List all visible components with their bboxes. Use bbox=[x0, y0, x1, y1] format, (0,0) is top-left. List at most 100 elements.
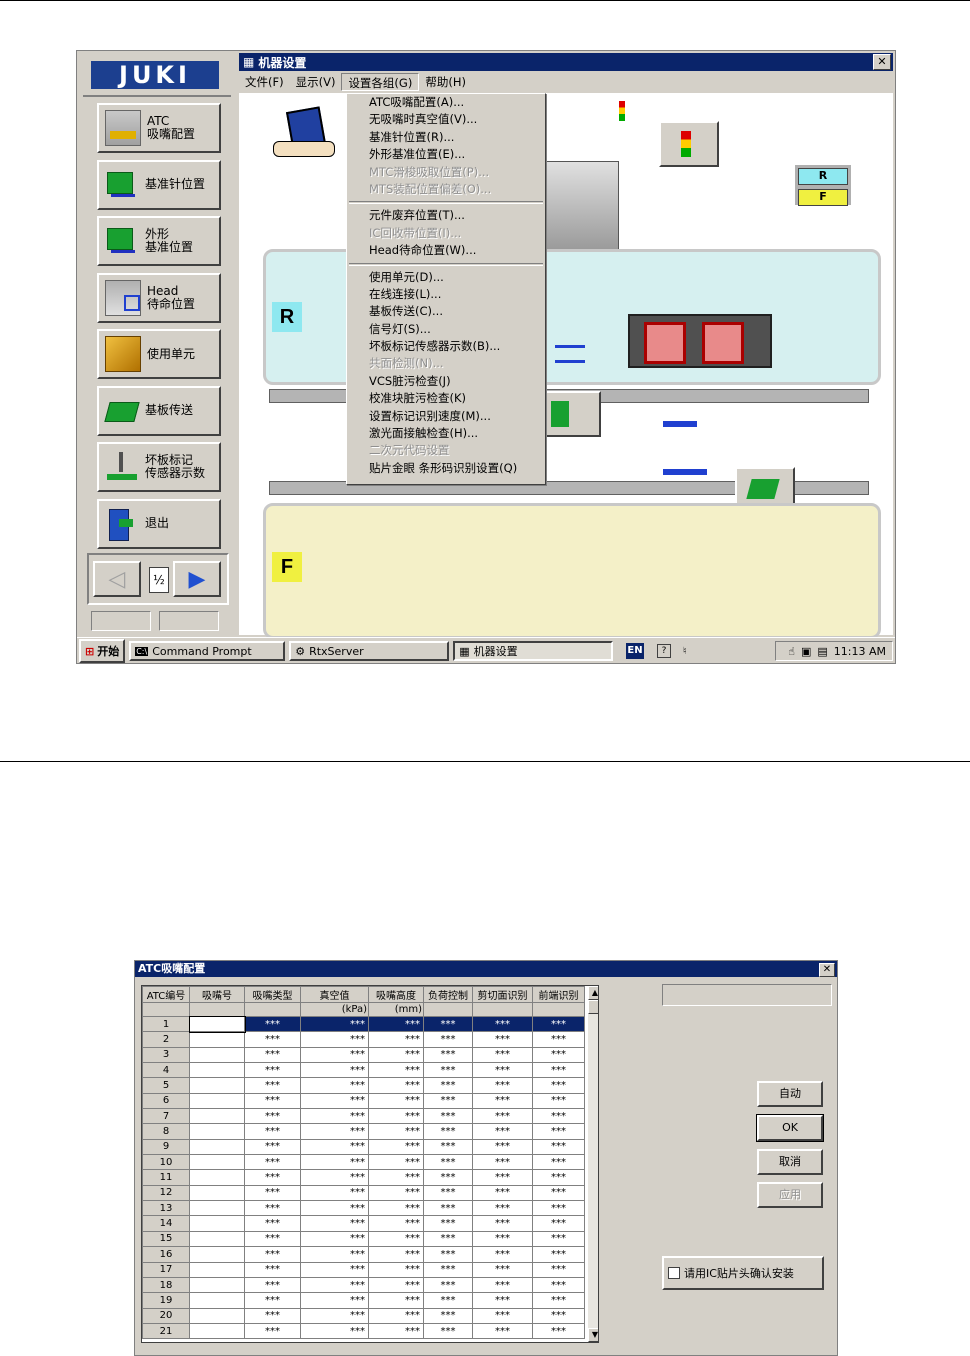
table-cell[interactable]: *** bbox=[300, 1046, 369, 1064]
table-row[interactable]: 19 *** *** *** *** *** *** bbox=[142, 1292, 585, 1309]
table-cell[interactable]: *** bbox=[300, 1200, 369, 1217]
table-cell[interactable]: *** bbox=[423, 1215, 473, 1232]
table-cell[interactable]: *** bbox=[244, 1215, 301, 1232]
dropdown-menu-item[interactable]: 激光面接触检查(H)... bbox=[347, 425, 545, 442]
table-row[interactable]: 7 *** *** *** *** *** *** bbox=[142, 1108, 585, 1125]
table-cell[interactable]: *** bbox=[244, 1200, 301, 1217]
nozzle-number-cell[interactable] bbox=[188, 1015, 246, 1033]
table-cell[interactable]: *** bbox=[532, 1276, 585, 1294]
table-cell[interactable]: *** bbox=[368, 1015, 424, 1033]
dropdown-menu-item[interactable]: ATC吸嘴配置(A)... bbox=[347, 94, 545, 111]
table-cell[interactable]: *** bbox=[472, 1123, 533, 1140]
table-cell[interactable]: *** bbox=[472, 1200, 533, 1217]
table-cell[interactable]: *** bbox=[472, 1154, 533, 1171]
table-cell[interactable]: *** bbox=[300, 1138, 369, 1156]
ok-button[interactable]: OK bbox=[756, 1114, 824, 1142]
next-page-button[interactable]: ▶ bbox=[173, 561, 221, 597]
table-cell[interactable]: *** bbox=[244, 1138, 301, 1156]
table-cell[interactable]: *** bbox=[300, 1169, 369, 1186]
table-cell[interactable]: *** bbox=[368, 1062, 424, 1079]
table-cell[interactable]: *** bbox=[300, 1322, 369, 1340]
reference-pin-shortcut[interactable] bbox=[541, 391, 601, 437]
table-cell[interactable]: *** bbox=[244, 1077, 301, 1094]
table-cell[interactable]: *** bbox=[368, 1169, 424, 1186]
table-cell[interactable]: *** bbox=[300, 1276, 369, 1294]
table-cell[interactable]: *** bbox=[300, 1307, 369, 1324]
table-cell[interactable]: *** bbox=[532, 1108, 585, 1125]
dropdown-menu-item[interactable]: Head待命位置(W)... bbox=[347, 242, 545, 259]
table-cell[interactable]: *** bbox=[532, 1169, 585, 1186]
table-cell[interactable]: *** bbox=[300, 1123, 369, 1140]
table-cell[interactable]: *** bbox=[300, 1154, 369, 1171]
tray-app-icon[interactable]: ▤ bbox=[817, 645, 827, 658]
table-cell[interactable]: *** bbox=[472, 1261, 533, 1278]
stop-button-left[interactable] bbox=[644, 322, 686, 364]
table-cell[interactable]: *** bbox=[472, 1077, 533, 1094]
table-cell[interactable]: *** bbox=[532, 1046, 585, 1064]
table-cell[interactable]: *** bbox=[472, 1276, 533, 1294]
table-cell[interactable]: *** bbox=[423, 1261, 473, 1278]
exit-button[interactable]: 退出 bbox=[97, 498, 221, 549]
dropdown-menu-item[interactable]: 基板传送(C)... bbox=[347, 303, 545, 320]
dropdown-menu-item[interactable]: 无吸嘴时真空值(V)... bbox=[347, 111, 545, 128]
table-cell[interactable]: *** bbox=[244, 1015, 301, 1033]
table-row[interactable]: 1 *** *** *** *** *** *** bbox=[142, 1015, 585, 1033]
table-cell[interactable]: *** bbox=[532, 1307, 585, 1324]
table-cell[interactable]: *** bbox=[300, 1230, 369, 1248]
table-cell[interactable]: *** bbox=[423, 1015, 473, 1033]
table-row[interactable]: 14 *** *** *** *** *** *** bbox=[142, 1215, 585, 1232]
auto-button[interactable]: 自动 bbox=[757, 1081, 823, 1107]
nozzle-number-cell[interactable] bbox=[189, 1246, 245, 1263]
table-row[interactable]: 17 *** *** *** *** *** *** bbox=[142, 1261, 585, 1278]
head-standby-button[interactable]: Head 待命位置 bbox=[97, 272, 221, 323]
table-cell[interactable]: *** bbox=[472, 1230, 533, 1248]
table-cell[interactable]: *** bbox=[472, 1015, 533, 1033]
table-cell[interactable]: *** bbox=[423, 1322, 473, 1340]
table-cell[interactable]: *** bbox=[472, 1292, 533, 1309]
table-cell[interactable]: *** bbox=[244, 1108, 301, 1125]
table-cell[interactable]: *** bbox=[244, 1123, 301, 1140]
dialog-close-button[interactable]: ✕ bbox=[819, 963, 835, 977]
hands-card-icon[interactable] bbox=[273, 103, 337, 163]
table-cell[interactable]: *** bbox=[244, 1246, 301, 1263]
nozzle-number-cell[interactable] bbox=[189, 1077, 245, 1094]
stop-button-right[interactable] bbox=[702, 322, 744, 364]
nozzle-number-cell[interactable] bbox=[189, 1261, 245, 1278]
dropdown-menu-item[interactable]: 贴片金眼 条形码识别设置(Q) bbox=[347, 460, 545, 477]
table-cell[interactable]: *** bbox=[368, 1200, 424, 1217]
dropdown-menu-item[interactable]: 信号灯(S)... bbox=[347, 321, 545, 338]
table-cell[interactable]: *** bbox=[472, 1169, 533, 1186]
dropdown-menu-item[interactable]: 外形基准位置(E)... bbox=[347, 146, 545, 163]
table-cell[interactable]: *** bbox=[244, 1261, 301, 1278]
table-cell[interactable]: *** bbox=[532, 1200, 585, 1217]
signal-light-button[interactable] bbox=[659, 121, 719, 167]
atc-nozzle-button[interactable]: ATC 吸嘴配置 bbox=[97, 103, 221, 153]
table-row[interactable]: 8 *** *** *** *** *** *** bbox=[142, 1123, 585, 1140]
table-cell[interactable]: *** bbox=[300, 1015, 369, 1033]
table-cell[interactable]: *** bbox=[300, 1292, 369, 1309]
table-cell[interactable]: *** bbox=[423, 1154, 473, 1171]
table-cell[interactable]: *** bbox=[300, 1077, 369, 1094]
table-row[interactable]: 6 *** *** *** *** *** *** bbox=[142, 1092, 585, 1110]
prev-page-button[interactable]: ◁ bbox=[93, 561, 141, 597]
table-cell[interactable]: *** bbox=[368, 1154, 424, 1171]
dropdown-menu-item[interactable]: 元件废弃位置(T)... bbox=[347, 207, 545, 224]
table-cell[interactable]: *** bbox=[532, 1154, 585, 1171]
table-cell[interactable]: *** bbox=[532, 1031, 585, 1048]
bad-mark-sensor-button[interactable]: 坏板标记 传感器示数 bbox=[97, 442, 221, 492]
help-icon[interactable]: ? bbox=[657, 644, 671, 658]
menu-settings-groups[interactable]: 设置各组(G) bbox=[341, 73, 420, 91]
nozzle-number-cell[interactable] bbox=[189, 1230, 245, 1248]
nozzle-number-cell[interactable] bbox=[189, 1092, 245, 1110]
table-cell[interactable]: *** bbox=[368, 1046, 424, 1064]
table-cell[interactable]: *** bbox=[472, 1215, 533, 1232]
table-cell[interactable]: *** bbox=[244, 1276, 301, 1294]
nozzle-number-cell[interactable] bbox=[189, 1200, 245, 1217]
nozzle-number-cell[interactable] bbox=[189, 1276, 245, 1294]
nozzle-number-cell[interactable] bbox=[189, 1031, 245, 1048]
table-cell[interactable]: *** bbox=[244, 1184, 301, 1202]
table-cell[interactable]: *** bbox=[300, 1246, 369, 1263]
table-cell[interactable]: *** bbox=[368, 1215, 424, 1232]
nozzle-number-cell[interactable] bbox=[189, 1307, 245, 1324]
table-cell[interactable]: *** bbox=[368, 1138, 424, 1156]
